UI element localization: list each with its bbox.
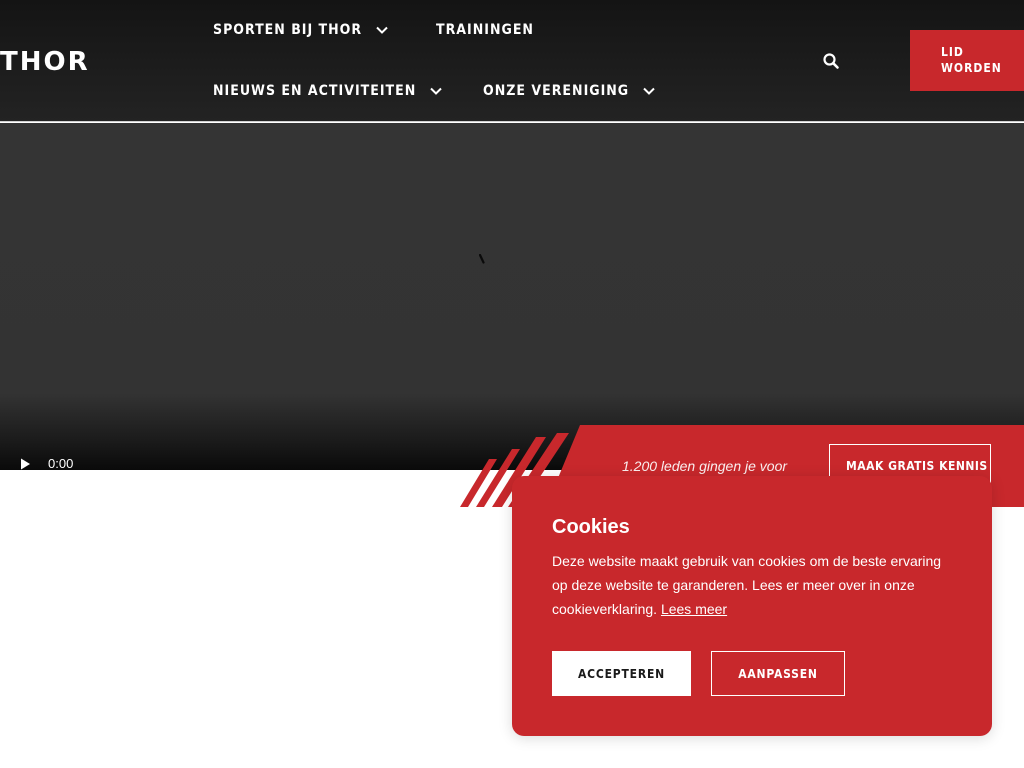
- lees-meer-link[interactable]: Lees meer: [661, 601, 727, 617]
- nav-item-nieuws[interactable]: NIEUWS EN ACTIVITEITEN: [213, 83, 442, 99]
- nav-item-label: TRAININGEN: [436, 22, 534, 38]
- chevron-down-icon: [430, 87, 442, 95]
- cookie-dialog: Cookies Deze website maakt gebruik van c…: [512, 476, 992, 736]
- nav-item-label: ONZE VERENIGING: [483, 83, 630, 99]
- spinner-icon: [479, 254, 485, 264]
- search-icon[interactable]: [822, 52, 840, 70]
- nav-item-label: SPORTEN BIJ THOR: [213, 22, 363, 38]
- adjust-button[interactable]: AANPASSEN: [711, 651, 845, 696]
- video-time: 0:00: [48, 456, 74, 471]
- nav-item-trainingen[interactable]: TRAININGEN: [436, 22, 534, 38]
- accept-button[interactable]: ACCEPTEREN: [552, 651, 691, 696]
- page: THOR SPORTEN BIJ THOR TRAININGEN NIEUWS …: [0, 0, 1024, 768]
- lid-worden-label-line1: LID: [941, 45, 964, 59]
- chevron-down-icon: [643, 87, 655, 95]
- lid-worden-label-line2: WORDEN: [941, 61, 1002, 75]
- cookie-body: Deze website maakt gebruik van cookies o…: [552, 553, 942, 617]
- nav-item-vereniging[interactable]: ONZE VERENIGING: [483, 83, 655, 99]
- hero-video[interactable]: [0, 123, 1024, 470]
- cookie-title: Cookies: [552, 516, 630, 538]
- lid-worden-button[interactable]: LID WORDEN: [910, 30, 1024, 91]
- chevron-down-icon: [376, 26, 388, 34]
- play-icon[interactable]: [19, 457, 31, 471]
- site-header: THOR SPORTEN BIJ THOR TRAININGEN NIEUWS …: [0, 0, 1024, 122]
- site-logo[interactable]: THOR: [0, 48, 90, 76]
- nav-item-sporten[interactable]: SPORTEN BIJ THOR: [213, 22, 388, 38]
- cookie-text: Deze website maakt gebruik van cookies o…: [552, 549, 952, 621]
- nav-item-label: NIEUWS EN ACTIVITEITEN: [213, 83, 417, 99]
- banner-text: 1.200 leden gingen je voor: [622, 458, 788, 474]
